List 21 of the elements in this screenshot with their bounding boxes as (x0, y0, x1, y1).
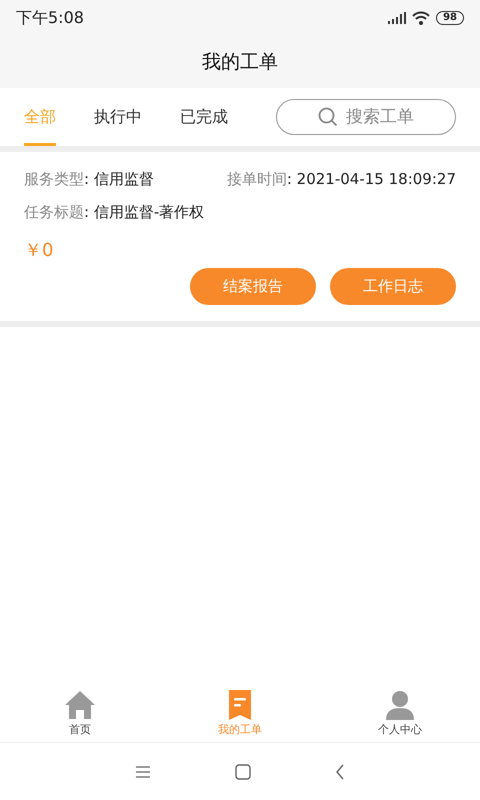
person-icon (385, 690, 415, 720)
filter-tab[interactable]: 执行中 (94, 88, 142, 146)
back-icon[interactable] (335, 764, 345, 780)
signal-icon (388, 12, 406, 24)
page-title: 我的工单 (201, 50, 279, 75)
bookmark-icon (228, 690, 252, 720)
status-time: 下午5:08 (16, 8, 84, 28)
search-icon (318, 107, 338, 127)
battery-level: 98 (436, 11, 464, 25)
search-field[interactable]: 搜索工单 (276, 99, 456, 135)
price-text: ￥0 (24, 239, 54, 262)
menu-icon[interactable] (135, 764, 151, 778)
field-text: 服务类型: 信用监督 (24, 170, 154, 189)
wifi-icon (412, 11, 430, 25)
home-square-icon[interactable] (235, 764, 251, 780)
nav-item[interactable]: 首页 (0, 684, 160, 742)
nav-item[interactable]: 个人中心 (320, 684, 480, 742)
home-icon (64, 690, 96, 720)
filter-tab[interactable]: 已完成 (180, 88, 228, 146)
field-text: 任务标题: 信用监督-著作权 (24, 203, 204, 221)
field-text: 接单时间: 2021-04-15 18:09:27 (226, 170, 456, 189)
